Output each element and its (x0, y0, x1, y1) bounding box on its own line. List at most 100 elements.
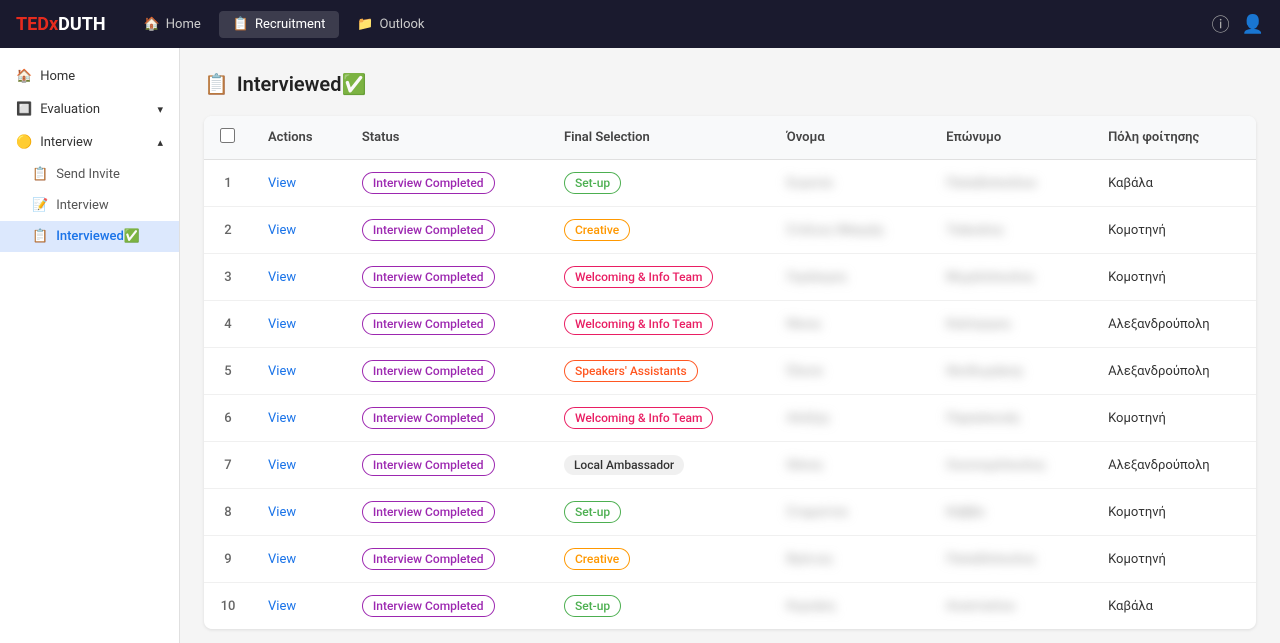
col-city: Πόλη φοίτησης (1092, 116, 1256, 160)
row-number: 3 (204, 254, 252, 301)
row-first-name: Κυριάκη (771, 583, 930, 630)
row-first-name: Αλέξης (771, 395, 930, 442)
sidebar-item-interview[interactable]: 🟡 Interview ▴ (0, 126, 179, 159)
status-badge: Interview Completed (362, 595, 495, 617)
sidebar-home-label: Home (40, 69, 75, 84)
page-title-icon: 📋 (204, 72, 229, 96)
row-city: Αλεξανδρούπολη (1092, 348, 1256, 395)
row-last-name: Καλόγερος (930, 301, 1092, 348)
sidebar-item-home[interactable]: 🏠 Home (0, 60, 179, 93)
row-city: Καβάλα (1092, 160, 1256, 207)
row-actions: View (252, 348, 346, 395)
row-number: 8 (204, 489, 252, 536)
nav-recruitment[interactable]: 📋 Recruitment (219, 11, 340, 38)
row-city: Κομοτηνή (1092, 536, 1256, 583)
row-actions: View (252, 301, 346, 348)
view-link[interactable]: View (268, 505, 296, 520)
selection-badge: Set-up (564, 595, 621, 617)
row-last-name: Θεοδωράκης (930, 348, 1092, 395)
selection-badge: Creative (564, 219, 630, 241)
row-actions: View (252, 395, 346, 442)
row-first-name: Θάνος (771, 442, 930, 489)
view-link[interactable]: View (268, 176, 296, 191)
row-number: 6 (204, 395, 252, 442)
selection-badge: Speakers' Assistants (564, 360, 698, 382)
chevron-up-icon: ▴ (157, 136, 163, 149)
view-link[interactable]: View (268, 270, 296, 285)
col-checkbox (204, 116, 252, 160)
selection-badge: Set-up (564, 501, 621, 523)
table-row: 1 View Interview Completed Set-up Ευγενί… (204, 160, 1256, 207)
view-link[interactable]: View (268, 317, 296, 332)
home-icon: 🏠 (16, 69, 32, 84)
send-invite-icon: 📋 (32, 167, 48, 182)
help-icon[interactable]: ⓘ (1212, 11, 1230, 37)
sidebar-item-interview-sub[interactable]: 📝 Interview (0, 190, 179, 221)
select-all-checkbox[interactable] (220, 128, 235, 143)
page-title: 📋 Interviewed✅ (204, 72, 1256, 96)
view-link[interactable]: View (268, 458, 296, 473)
view-link[interactable]: View (268, 223, 296, 238)
view-link[interactable]: View (268, 552, 296, 567)
row-last-name: Τσάκαλος (930, 207, 1092, 254)
sidebar-interview-sub-label: Interview (56, 198, 109, 213)
row-selection: Set-up (548, 160, 771, 207)
row-last-name: Κάββα (930, 489, 1092, 536)
sidebar-item-evaluation[interactable]: 🔲 Evaluation ▾ (0, 93, 179, 126)
row-selection: Welcoming & Info Team (548, 254, 771, 301)
view-link[interactable]: View (268, 599, 296, 614)
row-status: Interview Completed (346, 442, 548, 489)
table-container: Actions Status Final Selection Όνομα Επώ… (204, 116, 1256, 629)
row-city: Καβάλα (1092, 583, 1256, 630)
row-selection: Local Ambassador (548, 442, 771, 489)
interview-icon: 🟡 (16, 135, 32, 150)
view-link[interactable]: View (268, 411, 296, 426)
table-row: 7 View Interview Completed Local Ambassa… (204, 442, 1256, 489)
row-status: Interview Completed (346, 395, 548, 442)
table-row: 3 View Interview Completed Welcoming & I… (204, 254, 1256, 301)
row-number: 9 (204, 536, 252, 583)
row-city: Κομοτηνή (1092, 489, 1256, 536)
row-status: Interview Completed (346, 583, 548, 630)
status-badge: Interview Completed (362, 172, 495, 194)
row-selection: Welcoming & Info Team (548, 301, 771, 348)
nav-outlook[interactable]: 📁 Outlook (343, 11, 438, 38)
row-last-name: Παπαδόπουλος (930, 536, 1092, 583)
sidebar-interview-label: Interview (40, 135, 93, 150)
col-first-name: Όνομα (771, 116, 930, 160)
selection-badge: Set-up (564, 172, 621, 194)
row-status: Interview Completed (346, 254, 548, 301)
row-first-name: Έλενα (771, 348, 930, 395)
table-row: 9 View Interview Completed Creative Βγέν… (204, 536, 1256, 583)
row-actions: View (252, 160, 346, 207)
logo[interactable]: TEDx DUTH (16, 14, 106, 35)
nav-home[interactable]: 🏠 Home (130, 11, 215, 38)
row-actions: View (252, 536, 346, 583)
logo-duth: DUTH (58, 14, 105, 35)
user-icon[interactable]: 👤 (1242, 14, 1264, 35)
row-status: Interview Completed (346, 536, 548, 583)
col-actions: Actions (252, 116, 346, 160)
selection-badge: Welcoming & Info Team (564, 313, 714, 335)
logo-tedx: TEDx (16, 14, 58, 35)
selection-badge: Welcoming & Info Team (564, 266, 714, 288)
row-city: Κομοτηνή (1092, 254, 1256, 301)
sidebar-send-invite-label: Send Invite (56, 167, 120, 182)
row-city: Αλεξανδρούπολη (1092, 442, 1256, 489)
sidebar-interviewed-label: Interviewed✅ (56, 229, 140, 244)
row-selection: Welcoming & Info Team (548, 395, 771, 442)
row-number: 10 (204, 583, 252, 630)
table-header-row: Actions Status Final Selection Όνομα Επώ… (204, 116, 1256, 160)
row-first-name: Σταματίνα (771, 489, 930, 536)
sidebar-item-interviewed[interactable]: 📋 Interviewed✅ (0, 221, 179, 252)
evaluation-icon: 🔲 (16, 102, 32, 117)
col-status: Status (346, 116, 548, 160)
selection-badge: Welcoming & Info Team (564, 407, 714, 429)
sidebar-item-send-invite[interactable]: 📋 Send Invite (0, 159, 179, 190)
view-link[interactable]: View (268, 364, 296, 379)
row-actions: View (252, 207, 346, 254)
table-row: 5 View Interview Completed Speakers' Ass… (204, 348, 1256, 395)
main-content: 📋 Interviewed✅ Actions Status Final Sele… (180, 48, 1280, 643)
row-actions: View (252, 489, 346, 536)
col-final-selection: Final Selection (548, 116, 771, 160)
